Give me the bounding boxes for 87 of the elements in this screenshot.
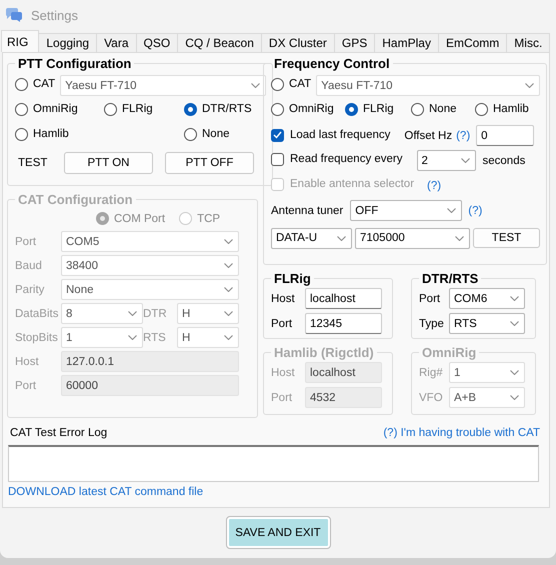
input-field[interactable]: 12345 [305, 313, 382, 334]
help-link[interactable]: (?) [456, 130, 470, 142]
caret-icon [455, 236, 464, 240]
field-label: DTR [143, 308, 168, 320]
caret-icon [224, 287, 233, 292]
tab[interactable]: CQ / Beacon [177, 33, 262, 52]
radio-button[interactable]: None [184, 128, 230, 140]
error-log-field[interactable] [8, 445, 539, 482]
radio-button[interactable]: None [411, 102, 456, 116]
dropdown[interactable]: 7105000 [355, 228, 470, 248]
save-button[interactable]: SAVE AND EXIT [226, 517, 330, 548]
tab[interactable]: HamPlay [374, 33, 439, 52]
checkbox[interactable]: Read frequency every [271, 152, 403, 166]
radio-button[interactable]: FLRig [345, 102, 394, 116]
test-label: TEST [17, 157, 48, 169]
dropdown[interactable]: COM6 [449, 288, 525, 309]
field-label: Port [271, 392, 294, 404]
field-label: Rig# [419, 366, 444, 378]
field-label: Port [15, 236, 38, 248]
chat-icon [5, 8, 23, 22]
ptt-button[interactable]: PTT ON [64, 152, 153, 174]
field-label: Type [419, 318, 445, 330]
caret-icon [224, 263, 233, 268]
tab[interactable]: QSO [136, 33, 178, 52]
group-title: Frequency Control [273, 56, 391, 71]
caret-icon [337, 236, 346, 240]
radio-button[interactable]: CAT [271, 78, 312, 90]
group-title: CAT Configuration [17, 192, 134, 207]
ptt-button[interactable]: PTT OFF [165, 152, 254, 174]
field-label: RTS [143, 332, 167, 344]
caret-icon [224, 239, 233, 244]
caret-icon [224, 311, 233, 316]
caret-icon [510, 370, 519, 375]
tab[interactable]: Logging [38, 33, 98, 52]
group-title: OmniRig [421, 345, 478, 360]
checkbox[interactable]: Load last frequency [271, 128, 390, 142]
window-title: Settings [31, 8, 78, 22]
caret-icon [510, 321, 519, 326]
radio-button[interactable]: FLRig [104, 102, 153, 116]
input-field[interactable]: 0 [476, 125, 534, 146]
input-field[interactable]: localhost [305, 288, 382, 309]
download-link[interactable]: DOWNLOAD latest CAT command file [8, 486, 204, 498]
help-link[interactable]: (?) [468, 204, 482, 216]
field-label: Offset Hz [404, 130, 452, 142]
field-label: Host [15, 356, 40, 368]
tab[interactable]: Misc. [506, 33, 550, 52]
dropdown[interactable]: RTS [449, 313, 525, 334]
group-title: Hamlib (Rigctld) [273, 345, 375, 360]
caret-icon [510, 395, 519, 400]
radio-button[interactable]: Hamlib [15, 128, 69, 140]
radio-button[interactable]: OmniRig [15, 102, 78, 116]
group-title: DTR/RTS [421, 271, 480, 286]
field-label: Host [271, 366, 296, 378]
caret-icon [128, 311, 137, 316]
caret-icon [525, 83, 534, 88]
radio-button[interactable]: Hamlib [475, 102, 529, 116]
field-label: Port [419, 292, 442, 304]
caret-icon [510, 296, 519, 301]
caret-icon [224, 335, 233, 340]
trouble-link[interactable]: (?) I'm having trouble with CAT [383, 427, 540, 443]
radio-button[interactable]: DTR/RTS [184, 102, 252, 116]
dropdown[interactable]: OFF [350, 200, 462, 221]
tab[interactable]: RIG [1, 30, 40, 52]
radio-button[interactable]: OmniRig [271, 102, 334, 116]
group-title: PTT Configuration [17, 56, 132, 71]
log-label: CAT Test Error Log [10, 427, 108, 441]
check-icon [273, 131, 282, 140]
field-label: DataBits [15, 308, 60, 320]
radio-button[interactable]: CAT [15, 78, 56, 90]
field-label: Parity [15, 284, 46, 296]
field-label: VFO [419, 392, 444, 404]
caret-icon [447, 208, 456, 213]
caret-icon [460, 158, 470, 163]
field-label: Antenna tuner [271, 204, 344, 216]
field-label: Port [15, 380, 38, 392]
field-label: Baud [15, 260, 43, 272]
field-label: Host [271, 292, 296, 304]
field-label: StopBits [15, 332, 59, 344]
dropdown[interactable]: DATA-U [271, 228, 352, 248]
help-link[interactable]: (?) [427, 180, 442, 192]
group-title: FLRig [273, 271, 312, 286]
caret-icon [251, 83, 260, 88]
unit-label: seconds [482, 154, 526, 166]
test-button[interactable]: TEST [473, 228, 540, 248]
dropdown[interactable]: 2 [416, 150, 476, 171]
field-label: Port [271, 318, 294, 330]
caret-icon [128, 335, 137, 340]
